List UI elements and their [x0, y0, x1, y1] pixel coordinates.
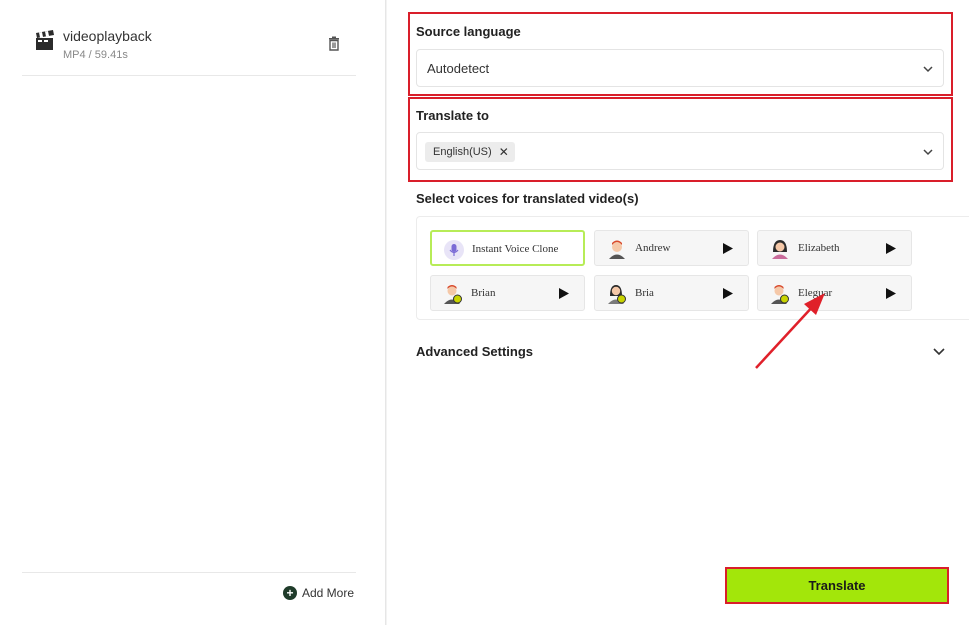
source-language-label: Source language	[416, 24, 521, 39]
voice-name: Andrew	[635, 242, 671, 254]
left-footer-divider	[22, 572, 356, 573]
file-item[interactable]: videoplayback MP4 / 59.41s	[22, 18, 356, 76]
close-icon[interactable]: ✕	[499, 145, 509, 159]
chevron-down-icon[interactable]	[933, 347, 945, 357]
voice-name: Elizabeth	[798, 242, 840, 254]
translate-to-label: Translate to	[416, 108, 489, 123]
source-language-value: Autodetect	[427, 61, 490, 76]
male-avatar-icon	[771, 285, 789, 304]
language-tag: English(US) ✕	[425, 142, 515, 162]
voice-elizabeth[interactable]: Elizabeth	[757, 230, 912, 266]
voice-brian[interactable]: Brian	[430, 275, 585, 311]
voice-name: Eleguar	[798, 287, 833, 299]
trash-icon[interactable]	[326, 36, 342, 52]
voice-name: Instant Voice Clone	[472, 243, 559, 255]
voice-name: Bria	[635, 287, 654, 299]
source-language-select[interactable]: Autodetect	[416, 49, 944, 87]
file-name: videoplayback	[63, 28, 152, 44]
voices-label: Select voices for translated video(s)	[416, 191, 639, 206]
voice-name: Brian	[471, 287, 496, 299]
voice-clone-icon	[444, 240, 464, 260]
chevron-down-icon	[923, 66, 933, 73]
male-avatar-icon	[444, 285, 462, 304]
male-avatar-icon	[609, 240, 625, 259]
female-avatar-icon	[608, 285, 626, 304]
play-icon[interactable]	[559, 288, 569, 299]
play-icon[interactable]	[886, 243, 896, 254]
voice-andrew[interactable]: Andrew	[594, 230, 749, 266]
play-icon[interactable]	[723, 243, 733, 254]
voices-grid: Instant Voice Clone Andrew Elizabeth Bri…	[416, 216, 969, 320]
translate-to-select[interactable]: English(US) ✕	[416, 132, 944, 170]
chevron-down-icon	[923, 149, 933, 156]
voice-eleguar[interactable]: Eleguar	[757, 275, 912, 311]
play-icon[interactable]	[886, 288, 896, 299]
file-list-panel: videoplayback MP4 / 59.41s + Add More	[0, 0, 386, 625]
female-avatar-icon	[772, 240, 788, 259]
clapperboard-icon	[36, 30, 54, 50]
add-more-button[interactable]: + Add More	[283, 586, 354, 600]
add-more-label: Add More	[302, 586, 355, 600]
translate-button[interactable]: Translate	[725, 567, 949, 604]
language-tag-label: English(US)	[433, 146, 492, 158]
translation-settings-panel: Source language Autodetect Translate to …	[387, 0, 969, 625]
voice-bria[interactable]: Bria	[594, 275, 749, 311]
play-icon[interactable]	[723, 288, 733, 299]
file-meta: MP4 / 59.41s	[63, 49, 128, 61]
plus-circle-icon: +	[283, 586, 297, 600]
advanced-settings-label[interactable]: Advanced Settings	[416, 344, 533, 359]
voice-instant-voice-clone[interactable]: Instant Voice Clone	[430, 230, 585, 266]
